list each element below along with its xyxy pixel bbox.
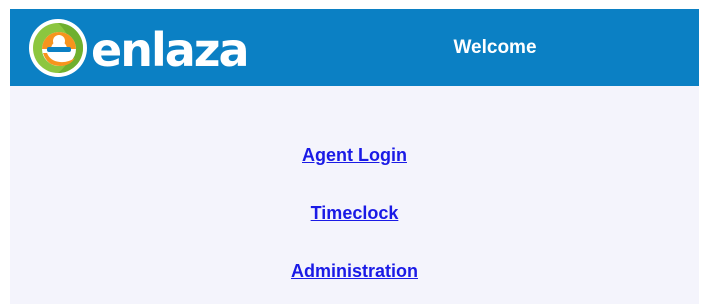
logo: enlaza bbox=[27, 15, 287, 81]
agent-login-link[interactable]: Agent Login bbox=[10, 145, 699, 166]
header-bar: enlaza Welcome bbox=[10, 9, 699, 86]
timeclock-link[interactable]: Timeclock bbox=[10, 203, 699, 224]
administration-link[interactable]: Administration bbox=[10, 261, 699, 282]
enlaza-swirl-logo-icon bbox=[29, 19, 87, 77]
welcome-title: Welcome bbox=[453, 37, 537, 58]
app-frame: enlaza Welcome Agent Login Timeclock Adm… bbox=[10, 9, 699, 304]
logo-text: enlaza bbox=[91, 23, 250, 77]
